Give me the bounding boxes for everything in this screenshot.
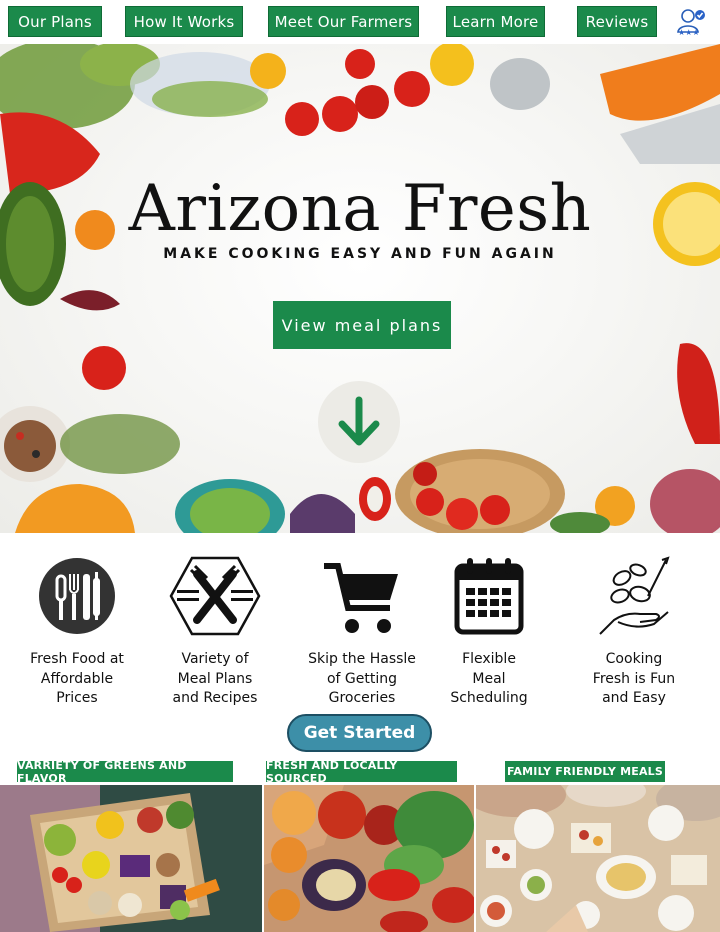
get-started-button[interactable]: Get Started (287, 714, 432, 752)
feature-label: Variety of Meal Plans and Recipes (172, 651, 258, 706)
nav-learn-more[interactable]: Learn More (446, 6, 545, 37)
feature-cooking-fun: Cooking Fresh is Fun and Easy (569, 556, 699, 706)
highlight-tag-greens: VARRIETY OF GREENS AND FLAVOR (17, 759, 233, 785)
crossed-forks-icon (169, 556, 261, 636)
nav-how-it-works[interactable]: How It Works (125, 6, 243, 37)
fresh-produce-photo (264, 785, 474, 932)
feature-flexible-scheduling: Flexible Meal Scheduling (424, 556, 554, 706)
shopping-cart-icon (324, 563, 398, 633)
feature-fresh-food: Fresh Food at Affordable Prices (12, 556, 142, 706)
svg-text:★★★: ★★★ (678, 28, 700, 36)
hero-title: Arizona Fresh (128, 172, 592, 246)
calendar-icon (454, 558, 524, 635)
arrow-down-icon (338, 396, 380, 446)
top-nav: Our Plans How It Works Meet Our Farmers … (0, 0, 720, 44)
scroll-down-button[interactable] (318, 381, 400, 463)
feature-variety: Variety of Meal Plans and Recipes (150, 556, 280, 706)
feature-label: Fresh Food at Affordable Prices (30, 651, 124, 706)
view-meal-plans-button[interactable]: View meal plans (273, 301, 451, 349)
nav-reviews[interactable]: Reviews (577, 6, 657, 37)
highlight-tag-local: FRESH AND LOCALLY SOURCED (266, 759, 457, 785)
hand-with-vegetables-icon (599, 556, 670, 635)
kitchen-utensils-icon (39, 558, 115, 634)
hero-subtitle: MAKE COOKING EASY AND FUN AGAIN (163, 246, 557, 262)
feature-label: Cooking Fresh is Fun and Easy (592, 651, 676, 706)
grocery-box-photo (0, 785, 262, 932)
feature-label: Flexible Meal Scheduling (450, 651, 528, 706)
verified-user-rating-icon[interactable]: ★★★ (676, 8, 706, 37)
highlight-tag-family: FAMILY FRIENDLY MEALS (505, 761, 665, 782)
family-dinner-table-photo (476, 785, 720, 932)
nav-meet-our-farmers[interactable]: Meet Our Farmers (268, 6, 419, 37)
hero-banner: Arizona Fresh MAKE COOKING EASY AND FUN … (0, 44, 720, 533)
feature-skip-groceries: Skip the Hassle of Getting Groceries (297, 556, 427, 706)
nav-our-plans[interactable]: Our Plans (8, 6, 102, 37)
feature-label: Skip the Hassle of Getting Groceries (308, 651, 416, 706)
